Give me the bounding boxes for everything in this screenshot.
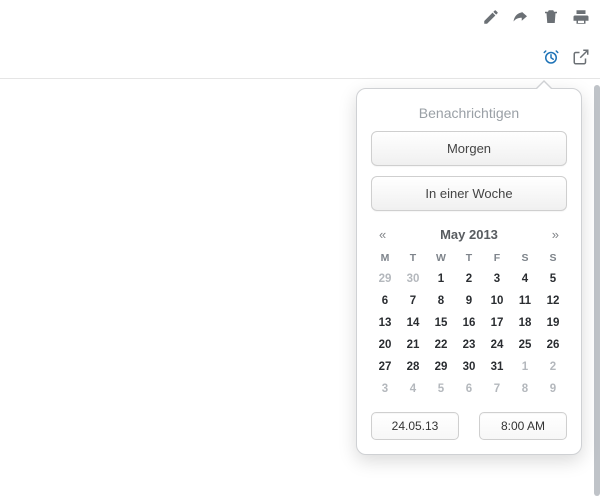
calendar-dow-row: MTWTFSS [371,248,567,268]
calendar-day[interactable]: 3 [371,378,399,400]
calendar-day[interactable]: 8 [427,290,455,312]
calendar-day[interactable]: 11 [511,290,539,312]
calendar-dow: F [483,248,511,268]
calendar-day[interactable]: 25 [511,334,539,356]
calendar-day[interactable]: 8 [511,378,539,400]
calendar-day[interactable]: 4 [511,268,539,290]
calendar-day[interactable]: 1 [511,356,539,378]
calendar-day[interactable]: 21 [399,334,427,356]
calendar-day[interactable]: 2 [539,356,567,378]
calendar-day[interactable]: 29 [427,356,455,378]
calendar-day[interactable]: 18 [511,312,539,334]
calendar-day[interactable]: 31 [483,356,511,378]
calendar-day[interactable]: 23 [455,334,483,356]
calendar-dow: T [455,248,483,268]
calendar-dow: T [399,248,427,268]
top-toolbar [0,0,600,37]
calendar-day[interactable]: 12 [539,290,567,312]
calendar-day[interactable]: 28 [399,356,427,378]
trash-icon[interactable] [542,8,560,26]
calendar-day[interactable]: 20 [371,334,399,356]
calendar-day[interactable]: 6 [455,378,483,400]
calendar-day[interactable]: 7 [399,290,427,312]
reminder-icon[interactable] [542,48,560,66]
calendar-dow: S [539,248,567,268]
calendar-month-label: May 2013 [440,227,498,242]
calendar-day[interactable]: 4 [399,378,427,400]
calendar-row: 293012345 [371,268,567,290]
share-icon[interactable] [512,8,530,26]
sub-toolbar-icons [542,48,590,66]
print-icon[interactable] [572,8,590,26]
tomorrow-button[interactable]: Morgen [371,131,567,166]
next-week-button[interactable]: In einer Woche [371,176,567,211]
calendar-day[interactable]: 15 [427,312,455,334]
calendar-day[interactable]: 13 [371,312,399,334]
calendar-header: « May 2013 » [371,223,567,246]
calendar-day[interactable]: 5 [427,378,455,400]
calendar-day[interactable]: 30 [455,356,483,378]
calendar-row: 13141516171819 [371,312,567,334]
calendar-day[interactable]: 27 [371,356,399,378]
sub-toolbar [0,36,600,79]
calendar-day[interactable]: 6 [371,290,399,312]
calendar-day[interactable]: 9 [539,378,567,400]
calendar-grid: MTWTFSS 29301234567891011121314151617181… [371,248,567,400]
calendar-dow: W [427,248,455,268]
calendar: « May 2013 » MTWTFSS 2930123456789101112… [371,223,567,400]
calendar-day[interactable]: 7 [483,378,511,400]
calendar-next-button[interactable]: » [548,225,563,244]
popover-title: Benachrichtigen [371,105,567,121]
calendar-day[interactable]: 17 [483,312,511,334]
calendar-dow: S [511,248,539,268]
top-toolbar-icons [482,8,590,26]
calendar-day[interactable]: 19 [539,312,567,334]
calendar-day[interactable]: 14 [399,312,427,334]
calendar-day[interactable]: 16 [455,312,483,334]
open-external-icon[interactable] [572,48,590,66]
calendar-day[interactable]: 29 [371,268,399,290]
edit-icon[interactable] [482,8,500,26]
calendar-day[interactable]: 9 [455,290,483,312]
calendar-day[interactable]: 30 [399,268,427,290]
calendar-day[interactable]: 2 [455,268,483,290]
calendar-day[interactable]: 22 [427,334,455,356]
calendar-dow: M [371,248,399,268]
calendar-day[interactable]: 10 [483,290,511,312]
calendar-prev-button[interactable]: « [375,225,390,244]
reminder-popover: Benachrichtigen Morgen In einer Woche « … [356,88,582,455]
calendar-day[interactable]: 1 [427,268,455,290]
scrollbar[interactable] [594,85,600,496]
calendar-day[interactable]: 26 [539,334,567,356]
calendar-row: 6789101112 [371,290,567,312]
calendar-row: 3456789 [371,378,567,400]
calendar-day[interactable]: 5 [539,268,567,290]
date-field[interactable] [371,412,459,440]
calendar-row: 272829303112 [371,356,567,378]
calendar-day[interactable]: 24 [483,334,511,356]
reminder-fields [371,412,567,440]
time-field[interactable] [479,412,567,440]
calendar-day[interactable]: 3 [483,268,511,290]
calendar-row: 20212223242526 [371,334,567,356]
